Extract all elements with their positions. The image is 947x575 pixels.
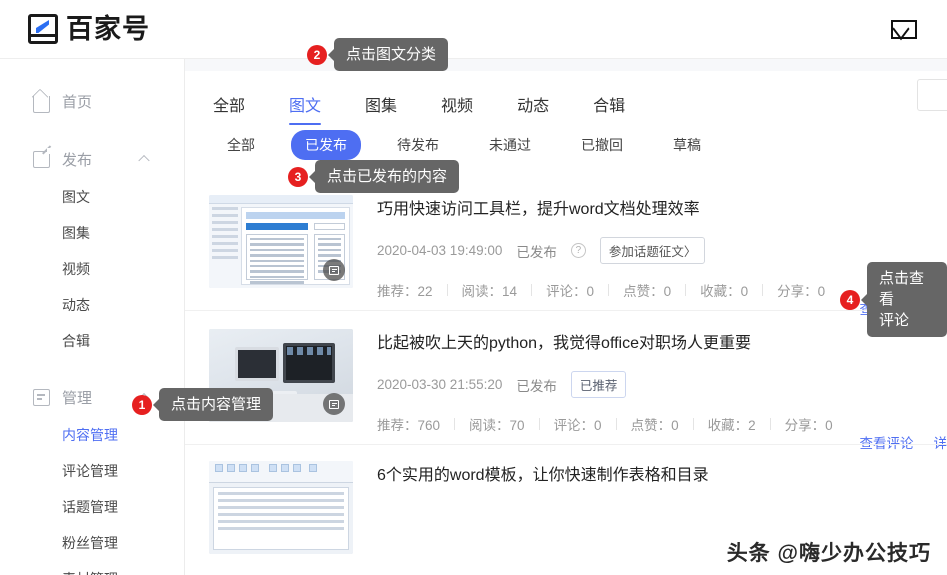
article-stats: 推荐：22 阅读：14 评论：0 点赞：0 收藏：0 分享：0 [377,280,919,300]
callout-number: 2 [307,44,327,65]
subtab-published[interactable]: 已发布 [291,130,361,160]
mail-icon[interactable] [891,19,917,39]
sidebar-item-material-manage[interactable]: 素材管理 [0,561,184,575]
tab-tuwen[interactable]: 图文 [289,92,322,125]
sidebar-item-content-manage[interactable]: 内容管理 [0,417,184,453]
sidebar-item-comment-manage[interactable]: 评论管理 [0,453,184,489]
callout-text: 点击图文分类 [334,38,449,71]
page-root: 百家号 首页 发布 图文 图集 视频 动态 合辑 管理 内容管理 评论管理 话题… [0,0,947,575]
callout-1: 1 点击内容管理 [132,388,274,421]
callout-number: 1 [132,394,152,415]
table-row: 巧用快速访问工具栏，提升word文档处理效率 2020-04-03 19:49:… [185,179,947,317]
stat-favorite: 收藏：0 [700,284,749,299]
table-row: 比起被吹上天的python，我觉得office对职场人更重要 2020-03-3… [185,310,947,451]
brand-name: 百家号 [66,13,150,44]
baijiahao-logo-icon [28,14,58,44]
sidebar-item-label: 首页 [62,93,93,111]
stat-recommend: 推荐：760 [377,418,441,433]
stat-favorite: 收藏：2 [707,418,756,433]
callout-4: 4 点击查看 评论 [840,262,947,337]
chevron-up-icon[interactable] [138,154,150,167]
tab-dongtai[interactable]: 动态 [517,92,549,125]
status-filter-tabs: 全部 已发布 待发布 未通过 已撤回 草稿 [185,125,947,165]
tab-shipin[interactable]: 视频 [441,92,473,125]
subtab-draft[interactable]: 草稿 [659,130,715,160]
callout-2: 2 点击图文分类 [307,38,449,71]
stat-read: 阅读：14 [461,284,518,299]
callout-3: 3 点击已发布的内容 [288,160,460,193]
article-thumbnail[interactable] [209,195,353,288]
article-badge-icon [323,259,345,281]
stat-share: 分享：0 [777,284,826,299]
subtab-pending[interactable]: 待发布 [383,130,453,160]
thumbnail-image [209,461,353,554]
manage-icon [33,389,50,406]
article-subline: 2020-04-03 19:49:00 已发布 ? 参加话题征文〉 [377,237,919,264]
stat-read: 阅读：70 [469,418,525,433]
sidebar-item-shipin[interactable]: 视频 [0,251,184,287]
brand-logo[interactable]: 百家号 [0,14,150,44]
article-badge-icon [323,393,345,415]
app-header: 百家号 [0,0,947,59]
callout-text: 点击查看 评论 [867,262,947,337]
article-subline: 2020-03-30 21:55:20 已发布 已推荐 [377,371,919,398]
sidebar-group-label: 发布 [62,151,93,169]
stat-share: 分享：0 [784,418,833,433]
subtab-all[interactable]: 全部 [213,130,269,160]
article-meta: 巧用快速访问工具栏，提升word文档处理效率 2020-04-03 19:49:… [353,195,947,317]
watermark: 头条 @嗨少办公技巧 [726,542,931,565]
edit-icon [33,148,53,168]
stat-recommend: 推荐：22 [377,284,433,299]
search-input[interactable] [917,79,947,111]
main-content: 全部 图文 图集 视频 动态 合辑 全部 已发布 待发布 未通过 已撤回 草稿 [185,59,947,575]
article-title[interactable]: 比起被吹上天的python，我觉得office对职场人更重要 [377,333,919,355]
tab-all[interactable]: 全部 [213,92,245,125]
article-thumbnail[interactable] [209,461,353,554]
sidebar-item-topic-manage[interactable]: 话题管理 [0,489,184,525]
sidebar: 首页 发布 图文 图集 视频 动态 合辑 管理 内容管理 评论管理 话题管理 粉… [0,59,185,575]
join-topic-button[interactable]: 参加话题征文〉 [599,237,706,264]
sidebar-item-tuwen[interactable]: 图文 [0,179,184,215]
header-actions [891,19,947,39]
stat-comment: 评论：0 [553,418,602,433]
recommended-badge: 已推荐 [570,371,627,398]
stat-comment: 评论：0 [546,284,595,299]
subtab-withdrawn[interactable]: 已撤回 [567,130,637,160]
subtab-rejected[interactable]: 未通过 [475,130,545,160]
article-date: 2020-04-03 19:49:00 [377,243,503,258]
article-list: 巧用快速访问工具栏，提升word文档处理效率 2020-04-03 19:49:… [185,165,947,564]
article-title[interactable]: 巧用快速访问工具栏，提升word文档处理效率 [377,199,919,221]
sidebar-item-tuji[interactable]: 图集 [0,215,184,251]
tab-heji[interactable]: 合辑 [593,92,625,125]
sidebar-item-dongtai[interactable]: 动态 [0,287,184,323]
sidebar-item-heji[interactable]: 合辑 [0,323,184,359]
stat-like: 点赞：0 [630,418,679,433]
category-tabs: 全部 图文 图集 视频 动态 合辑 [185,71,947,125]
stat-like: 点赞：0 [623,284,672,299]
callout-text: 点击内容管理 [159,388,274,421]
sidebar-item-home[interactable]: 首页 [0,81,184,121]
callout-text: 点击已发布的内容 [315,160,460,193]
article-title[interactable]: 6个实用的word模板，让你快速制作表格和目录 [377,465,919,487]
callout-number: 4 [840,289,860,310]
article-date: 2020-03-30 21:55:20 [377,377,503,392]
status-badge: 已发布 [516,378,557,394]
article-stats: 推荐：760 阅读：70 评论：0 点赞：0 收藏：2 分享：0 [377,414,919,434]
sidebar-group-label-manage: 管理 [62,389,93,407]
tab-tuji[interactable]: 图集 [365,92,397,125]
sidebar-group-publish[interactable]: 发布 [0,139,184,179]
content-card: 全部 图文 图集 视频 动态 合辑 全部 已发布 待发布 未通过 已撤回 草稿 [185,71,947,575]
question-mark-icon[interactable]: ? [570,243,586,258]
home-icon [33,95,50,113]
callout-number: 3 [288,166,308,187]
status-badge: 已发布 [516,244,557,260]
article-meta: 比起被吹上天的python，我觉得office对职场人更重要 2020-03-3… [353,329,947,451]
sidebar-item-fans-manage[interactable]: 粉丝管理 [0,525,184,561]
